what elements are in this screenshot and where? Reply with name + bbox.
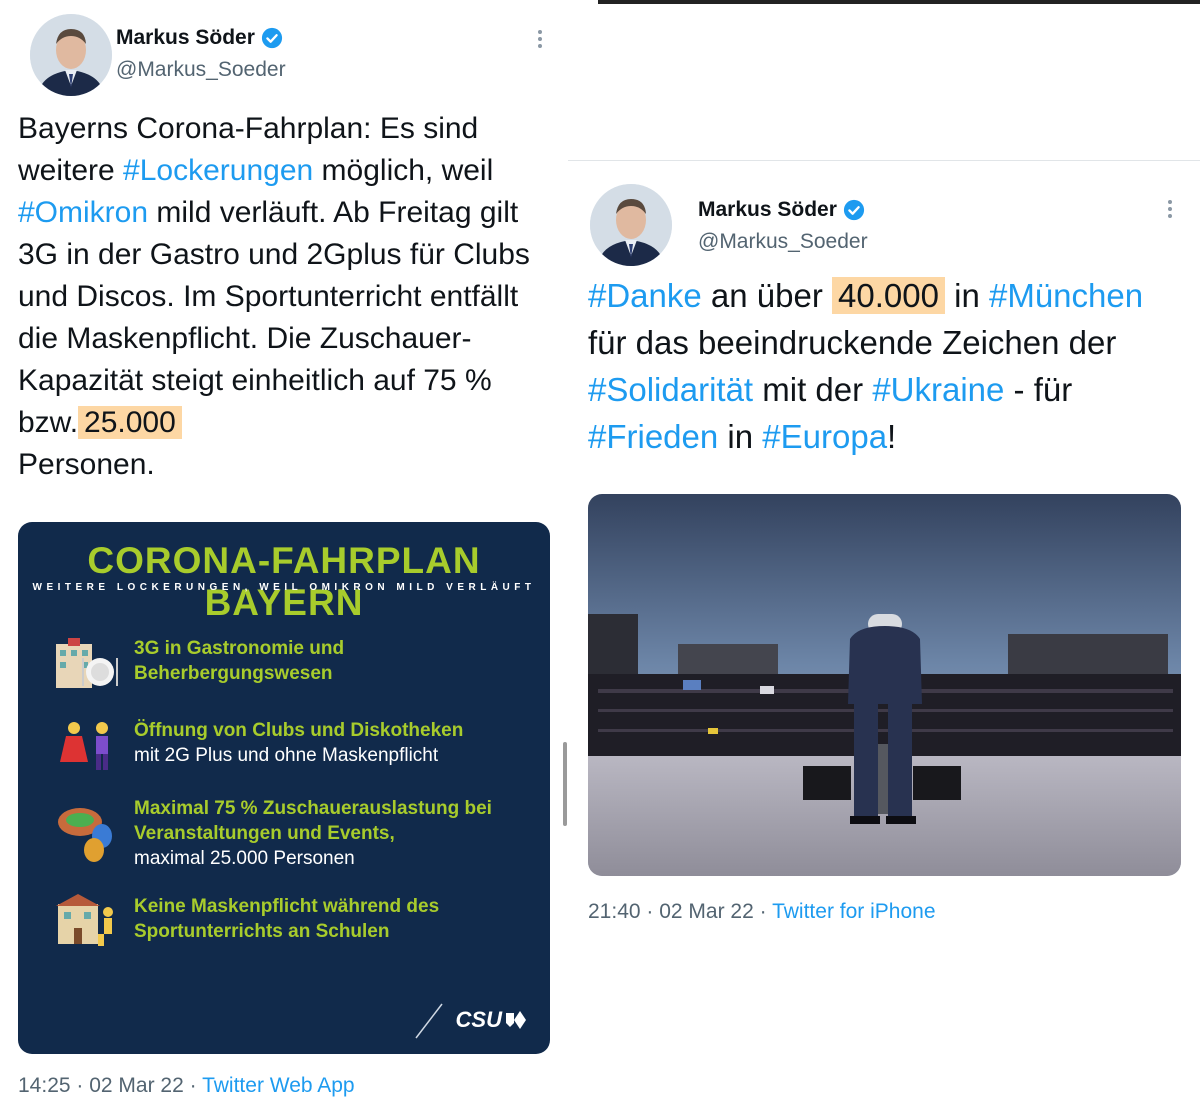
hashtag-link[interactable]: #Ukraine (872, 371, 1004, 408)
hashtag-link[interactable]: #Frieden (588, 418, 718, 455)
author-block: Markus Söder @Markus_Soeder (116, 26, 286, 82)
tweet-meta: 14:25 · 02 Mar 22 · Twitter Web App (18, 1074, 355, 1097)
tweet-divider (568, 160, 1200, 161)
author-handle[interactable]: @Markus_Soeder (698, 230, 868, 254)
hashtag-link[interactable]: #Omikron (18, 196, 148, 229)
card-item: 3G in Gastronomie und Beherbergungswesen (54, 636, 534, 696)
author-handle[interactable]: @Markus_Soeder (116, 58, 286, 82)
tweet-text: #Danke an über 40.000 in #München für da… (588, 277, 1144, 455)
top-divider (598, 0, 1200, 4)
author-name[interactable]: Markus Söder (116, 26, 255, 50)
tweet-time[interactable]: 21:40 (588, 900, 641, 923)
logo-slash-icon (414, 1003, 443, 1039)
tweet-right: Markus Söder @Markus_Soeder #Danke an üb… (588, 180, 1182, 924)
tweet-time[interactable]: 14:25 (18, 1074, 71, 1097)
stadium-theater-icon (54, 796, 134, 862)
hashtag-link[interactable]: #Lockerungen (123, 154, 313, 187)
scrollbar-thumb[interactable] (563, 742, 567, 826)
author-name[interactable]: Markus Söder (698, 198, 837, 222)
rally-scene-image (588, 494, 1181, 876)
verified-badge-icon (843, 199, 864, 221)
tweet-source-link[interactable]: Twitter for iPhone (772, 900, 935, 923)
tweet-header: Markus Söder @Markus_Soeder (18, 14, 550, 96)
card-item: Maximal 75 % Zuschauerauslastung bei Ver… (54, 796, 534, 871)
dancers-icon (54, 718, 134, 778)
author-block: Markus Söder @Markus_Soeder (698, 198, 868, 254)
tweet-left: Markus Söder @Markus_Soeder Bayerns Coro… (18, 14, 550, 1098)
more-options-icon[interactable] (1166, 198, 1174, 220)
info-graphic-card[interactable]: CORONA-FAHRPLAN BAYERN WEITERE LOCKERUNG… (18, 522, 550, 1054)
card-item: Öffnung von Clubs und Diskotheken mit 2G… (54, 718, 534, 778)
school-icon (54, 894, 134, 954)
tweet-meta: 21:40 · 02 Mar 22 · Twitter for iPhone (588, 900, 936, 923)
tweet-source-link[interactable]: Twitter Web App (202, 1074, 355, 1097)
lion-crest-icon (506, 1011, 526, 1029)
tweet-text: Bayerns Corona-Fahrplan: Es sind weitere… (18, 112, 530, 481)
verified-badge-icon (261, 27, 282, 49)
tweet-header: Markus Söder @Markus_Soeder (588, 180, 1182, 266)
hashtag-link[interactable]: #München (989, 277, 1143, 314)
more-options-icon[interactable] (536, 28, 544, 50)
hashtag-link[interactable]: #Europa (762, 418, 887, 455)
highlight-number: 25.000 (78, 406, 182, 439)
csu-logo: CSU (412, 1000, 532, 1040)
rally-photo[interactable] (588, 494, 1181, 876)
tweet-date[interactable]: 02 Mar 22 (89, 1074, 184, 1097)
avatar[interactable] (590, 184, 672, 266)
card-subtitle: WEITERE LOCKERUNGEN, WEIL OMIKRON MILD V… (32, 582, 536, 593)
hashtag-link[interactable]: #Danke (588, 277, 702, 314)
tweet-date[interactable]: 02 Mar 22 (659, 900, 754, 923)
hotel-dining-icon (54, 636, 134, 696)
hashtag-link[interactable]: #Solidarität (588, 371, 753, 408)
card-item: Keine Maskenpflicht während des Sportunt… (54, 894, 534, 954)
highlight-number: 40.000 (832, 277, 945, 314)
avatar[interactable] (30, 14, 112, 96)
